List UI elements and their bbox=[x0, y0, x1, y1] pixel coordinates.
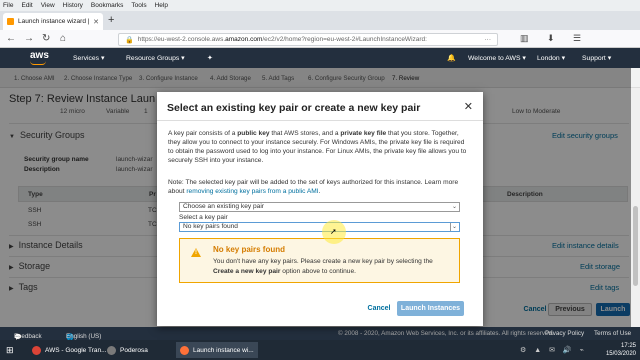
reload-icon[interactable]: ↻ bbox=[42, 33, 50, 44]
back-icon[interactable]: ← bbox=[6, 33, 16, 44]
aws-footer: 💬 Feedback 🌐 English (US) © 2008 - 2020,… bbox=[0, 327, 640, 341]
key-pair-select[interactable]: No key pairs found ⌄ bbox=[179, 222, 460, 232]
chrome-icon bbox=[32, 345, 41, 355]
firefox-icon bbox=[180, 345, 189, 355]
region-menu[interactable]: London ▾ bbox=[537, 54, 565, 62]
launch-instances-button[interactable]: Launch Instances bbox=[397, 301, 464, 316]
dialog-divider bbox=[157, 120, 483, 121]
dialog-cancel-button[interactable]: Cancel bbox=[362, 301, 396, 316]
warning-icon: ! bbox=[191, 248, 201, 257]
mouse-cursor-highlight: ➚ bbox=[322, 220, 346, 244]
browser-menu-bar: File Edit View History Bookmarks Tools H… bbox=[0, 0, 640, 11]
aws-header: aws Services ▾ Resource Groups ▾ ✦ 🔔 Wel… bbox=[0, 48, 640, 68]
menu-history[interactable]: History bbox=[63, 2, 83, 9]
chevron-down-icon: ⌄ bbox=[451, 204, 457, 210]
key-pair-explanation: A key pair consists of a public key that… bbox=[168, 130, 467, 164]
aws-favicon-icon bbox=[7, 18, 14, 25]
aws-logo-smile bbox=[30, 61, 46, 65]
menu-view[interactable]: View bbox=[41, 2, 55, 9]
copyright-text: © 2008 - 2020, Amazon Web Services, Inc.… bbox=[338, 330, 554, 337]
terms-of-use-link[interactable]: Terms of Use bbox=[594, 330, 631, 337]
menu-bookmarks[interactable]: Bookmarks bbox=[91, 2, 124, 9]
pin-icon[interactable]: ✦ bbox=[207, 54, 213, 62]
system-tray-icons[interactable]: ⚙ ▲ ✉ 🔊 ⌁ bbox=[520, 346, 587, 354]
select-key-pair-label: Select a key pair bbox=[179, 214, 228, 221]
url-host: amazon.com bbox=[225, 36, 263, 43]
url-bar[interactable]: 🔒 https://eu-west-2.console.aws. amazon.c… bbox=[118, 33, 498, 46]
chevron-down-icon: ⌄ bbox=[449, 223, 457, 231]
browser-tab[interactable]: Launch instance wizard | EC2 M ✕ bbox=[3, 13, 103, 30]
removing-key-pairs-link[interactable]: removing existing key pairs from a publi… bbox=[186, 188, 318, 195]
tab-title: Launch instance wizard | EC2 M bbox=[18, 18, 90, 25]
poderosa-icon bbox=[107, 345, 116, 355]
new-tab-icon[interactable]: + bbox=[108, 14, 114, 26]
forward-icon[interactable]: → bbox=[24, 33, 34, 44]
scrollbar-thumb[interactable] bbox=[633, 206, 638, 286]
taskbar-app-chrome[interactable]: AWS - Google Tran... bbox=[28, 342, 111, 358]
close-icon[interactable]: ✕ bbox=[464, 100, 473, 113]
url-prefix: https://eu-west-2.console.aws. bbox=[137, 36, 226, 43]
key-pair-note: Note: The selected key pair will be adde… bbox=[168, 179, 459, 195]
toolbar-icons[interactable]: ▥ ⬇ ☰ bbox=[520, 33, 589, 44]
clock[interactable]: 17:25 15/03/2020 bbox=[606, 342, 636, 358]
warning-text: You don't have any key pairs. Please cre… bbox=[213, 258, 433, 275]
page-scrollbar[interactable] bbox=[631, 88, 640, 327]
close-tab-icon[interactable]: ✕ bbox=[93, 18, 99, 26]
url-path: /ec2/v2/home?region=eu-west-2#LaunchInst… bbox=[262, 36, 427, 43]
account-menu[interactable]: Welcome to AWS ▾ bbox=[468, 54, 526, 62]
menu-file[interactable]: File bbox=[3, 2, 13, 9]
home-icon[interactable]: ⌂ bbox=[60, 33, 66, 44]
os-taskbar: ⊞ AWS - Google Tran... Poderosa Launch i… bbox=[0, 340, 640, 360]
no-key-pairs-warning: ! No key pairs found You don't have any … bbox=[179, 238, 460, 283]
start-menu-icon[interactable]: ⊞ bbox=[2, 342, 18, 358]
menu-edit[interactable]: Edit bbox=[21, 2, 32, 9]
bell-icon[interactable]: 🔔 bbox=[447, 54, 456, 62]
key-pair-dialog: Select an existing key pair or create a … bbox=[157, 92, 483, 326]
support-menu[interactable]: Support ▾ bbox=[582, 54, 611, 62]
lock-icon: 🔒 bbox=[125, 36, 134, 44]
tab-strip: Launch instance wizard | EC2 M ✕ + bbox=[0, 11, 640, 30]
key-pair-action-select[interactable]: Choose an existing key pair ⌄ bbox=[179, 202, 460, 212]
navigation-bar: ← → ↻ ⌂ 🔒 https://eu-west-2.console.aws.… bbox=[0, 30, 640, 48]
aws-logo[interactable]: aws bbox=[30, 50, 49, 61]
page-actions-icon[interactable]: ··· bbox=[485, 36, 492, 43]
privacy-policy-link[interactable]: Privacy Policy bbox=[545, 330, 584, 337]
resource-groups-menu[interactable]: Resource Groups ▾ bbox=[126, 54, 185, 62]
warning-title: No key pairs found bbox=[213, 245, 286, 254]
dialog-title: Select an existing key pair or create a … bbox=[167, 102, 421, 114]
taskbar-app-poderosa[interactable]: Poderosa bbox=[103, 342, 152, 358]
menu-tools[interactable]: Tools bbox=[131, 2, 146, 9]
pointer-icon: ➚ bbox=[330, 227, 337, 236]
menu-help[interactable]: Help bbox=[155, 2, 168, 9]
taskbar-app-firefox[interactable]: Launch instance wi... bbox=[176, 342, 258, 358]
services-menu[interactable]: Services ▾ bbox=[73, 54, 104, 62]
